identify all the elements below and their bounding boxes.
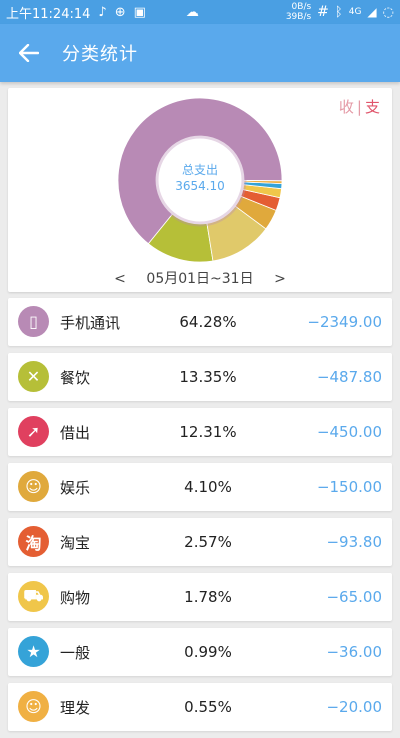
- category-amount: −65.00: [326, 588, 382, 606]
- income-toggle[interactable]: 收: [339, 98, 354, 116]
- category-row[interactable]: ⛟ 购物 1.78% −65.00: [8, 573, 392, 621]
- net-down: 39B/s: [285, 12, 312, 22]
- category-percent: 2.57%: [184, 533, 232, 551]
- category-percent: 0.55%: [184, 698, 232, 716]
- phone-icon: ▯: [18, 306, 49, 337]
- category-name: 理发: [60, 698, 91, 717]
- category-row[interactable]: ☺ 理发 0.55% −20.00: [8, 683, 392, 731]
- lend-arrow-icon: ➚: [18, 416, 49, 447]
- category-percent: 1.78%: [184, 588, 232, 606]
- back-button[interactable]: [14, 38, 44, 68]
- hash-icon: #: [317, 4, 329, 20]
- total-label: 总支出: [181, 163, 218, 177]
- status-time: 上午11:24:14: [6, 6, 91, 22]
- category-row[interactable]: 淘淘宝 2.57% −93.80: [8, 518, 392, 566]
- smile-face-icon: ☺: [18, 471, 49, 502]
- page-title: 分类统计: [62, 44, 138, 65]
- plus-circle-icon: ⊕: [114, 4, 126, 20]
- app-bar: 分类统计: [0, 24, 400, 82]
- category-name: 餐饮: [60, 368, 91, 387]
- category-row[interactable]: ➚ 借出 12.31% −450.00: [8, 408, 392, 456]
- category-name: 娱乐: [60, 478, 91, 497]
- donut-center: 总支出 3654.10: [158, 162, 242, 194]
- category-row[interactable]: ▯ 手机通讯 64.28% −2349.00: [8, 298, 392, 346]
- chart-card: 收 | 支 总支出 3654.10 < 05月01日~31日 >: [8, 88, 392, 292]
- category-amount: −20.00: [326, 698, 382, 716]
- category-percent: 0.99%: [184, 643, 232, 661]
- back-arrow-icon: [19, 44, 39, 62]
- date-range-text: 05月01日~31日: [146, 271, 254, 287]
- fork-knife-icon: ✕: [18, 361, 49, 392]
- category-amount: −487.80: [316, 368, 382, 386]
- category-row[interactable]: ☺ 娱乐 4.10% −150.00: [8, 463, 392, 511]
- prev-month-button[interactable]: <: [108, 271, 132, 287]
- category-name: 一般: [60, 643, 91, 662]
- date-range: < 05月01日~31日 >: [8, 268, 392, 288]
- status-bar: 上午11:24:14 ♪ ⊕ ▣ ☁ 0B/s 39B/s # ᛒ 4G ◢ ◌: [0, 0, 400, 24]
- signal-icon: ◢: [367, 5, 377, 19]
- category-amount: −150.00: [316, 478, 382, 496]
- haircut-icon: ☺: [18, 691, 49, 722]
- category-amount: −93.80: [326, 533, 382, 551]
- image-icon: ▣: [133, 4, 146, 20]
- music-icon: ♪: [98, 4, 107, 20]
- expense-toggle[interactable]: 支: [365, 98, 380, 116]
- bluetooth-icon: ᛒ: [334, 4, 343, 20]
- battery-icon: ◌: [382, 4, 394, 20]
- category-name: 手机通讯: [60, 313, 121, 332]
- toggle-separator: |: [356, 98, 362, 116]
- category-row[interactable]: ★ 一般 0.99% −36.00: [8, 628, 392, 676]
- cart-icon: ⛟: [18, 581, 49, 612]
- category-amount: −36.00: [326, 643, 382, 661]
- category-percent: 4.10%: [184, 478, 232, 496]
- category-percent: 64.28%: [179, 313, 237, 331]
- category-amount: −2349.00: [307, 313, 382, 331]
- next-month-button[interactable]: >: [268, 271, 292, 287]
- category-name: 淘宝: [60, 533, 91, 552]
- category-name: 借出: [60, 423, 91, 442]
- weather-icon: ☁: [185, 4, 199, 20]
- category-percent: 12.31%: [179, 423, 237, 441]
- category-list: ▯ 手机通讯 64.28% −2349.00 ✕ 餐饮 13.35% −487.80 ➚ 借出 12…: [8, 298, 392, 738]
- star-icon: ★: [18, 636, 49, 667]
- total-amount: 3654.10: [175, 179, 225, 193]
- network-speed: 0B/s 39B/s: [286, 2, 311, 22]
- category-percent: 13.35%: [179, 368, 237, 386]
- category-name: 购物: [60, 588, 91, 607]
- income-expense-toggle: 收 | 支: [339, 96, 380, 117]
- net-up: 0B/s: [291, 2, 312, 12]
- category-amount: −450.00: [316, 423, 382, 441]
- category-row[interactable]: ✕ 餐饮 13.35% −487.80: [8, 353, 392, 401]
- taobao-icon: 淘: [18, 526, 49, 557]
- network-type: 4G: [348, 7, 362, 17]
